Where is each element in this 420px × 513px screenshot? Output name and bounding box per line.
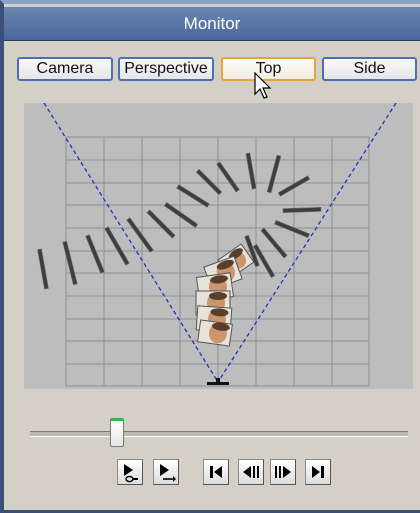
scene-canvas bbox=[24, 103, 413, 389]
perspective-view-button[interactable]: Perspective bbox=[118, 57, 214, 81]
camera-view-button[interactable]: Camera bbox=[17, 57, 113, 81]
skip-to-start-icon bbox=[210, 466, 222, 478]
play-loop-button[interactable] bbox=[117, 459, 143, 485]
skip-to-end-button[interactable] bbox=[305, 459, 331, 485]
step-back-button[interactable] bbox=[238, 459, 264, 485]
step-back-icon bbox=[243, 466, 259, 478]
timeline-slider-thumb[interactable] bbox=[109, 418, 124, 447]
window-title: Monitor bbox=[4, 7, 420, 41]
play-forward-button[interactable] bbox=[153, 459, 179, 485]
timeline-slider-track[interactable] bbox=[30, 431, 408, 437]
step-forward-button[interactable] bbox=[270, 459, 296, 485]
top-view-viewport[interactable] bbox=[24, 103, 413, 389]
step-forward-icon bbox=[275, 466, 291, 478]
side-view-button[interactable]: Side bbox=[322, 57, 417, 81]
mouse-cursor-icon bbox=[254, 71, 276, 107]
skip-to-end-icon bbox=[312, 466, 324, 478]
skip-to-start-button[interactable] bbox=[203, 459, 229, 485]
play-loop-icon bbox=[124, 464, 138, 483]
play-forward-icon bbox=[160, 464, 176, 482]
